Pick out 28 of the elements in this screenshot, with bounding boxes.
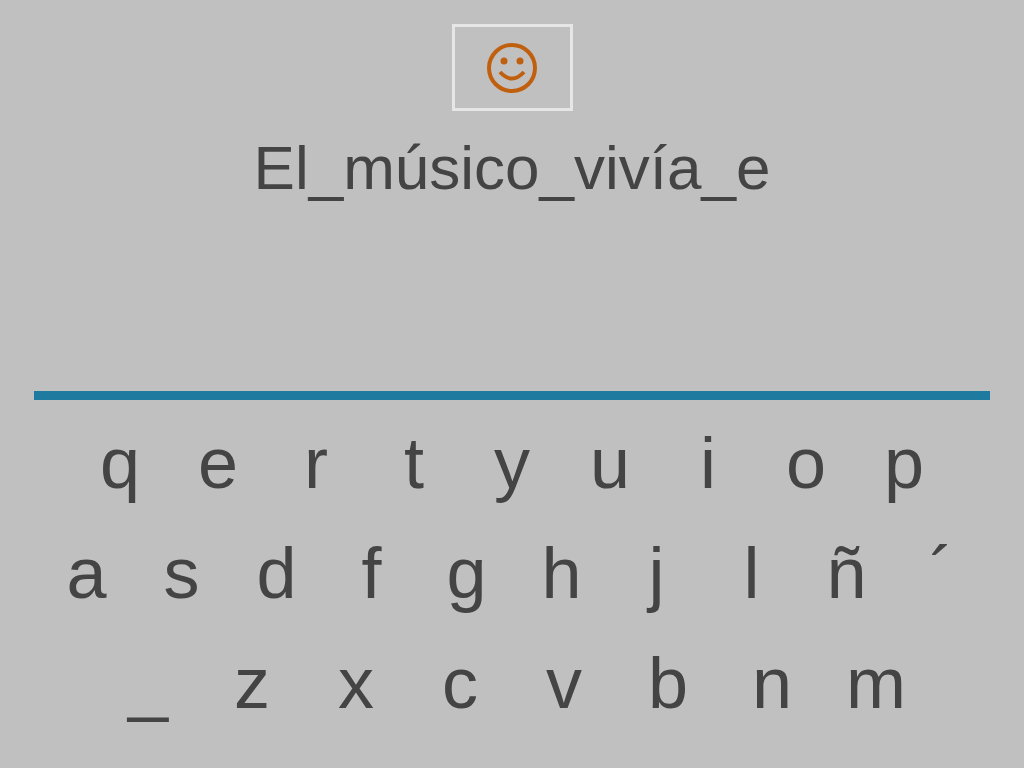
key-button[interactable]: d xyxy=(229,518,324,628)
key-button[interactable]: m xyxy=(824,628,928,738)
key-button[interactable]: g xyxy=(419,518,514,628)
key-button[interactable]: p xyxy=(855,408,953,518)
key-button[interactable]: c xyxy=(408,628,512,738)
key-button[interactable]: j xyxy=(609,518,704,628)
key-button[interactable]: v xyxy=(512,628,616,738)
key-button[interactable]: i xyxy=(659,408,757,518)
key-button[interactable]: a xyxy=(39,518,134,628)
key-button[interactable]: n xyxy=(720,628,824,738)
key-button[interactable]: y xyxy=(463,408,561,518)
key-button[interactable]: e xyxy=(169,408,267,518)
key-button[interactable]: h xyxy=(514,518,609,628)
key-button[interactable]: b xyxy=(616,628,720,738)
key-button[interactable]: s xyxy=(134,518,229,628)
key-button[interactable]: r xyxy=(267,408,365,518)
key-button[interactable]: ñ xyxy=(799,518,894,628)
key-button[interactable]: f xyxy=(324,518,419,628)
key-button[interactable]: u xyxy=(561,408,659,518)
key-button[interactable]: o xyxy=(757,408,855,518)
key-button[interactable]: q xyxy=(71,408,169,518)
sentence-text: El_músico_vivía_e xyxy=(253,137,771,199)
key-button[interactable]: _ xyxy=(96,628,200,738)
key-button[interactable]: t xyxy=(365,408,463,518)
key-button[interactable]: ´ xyxy=(894,518,989,628)
key-button[interactable]: z xyxy=(200,628,304,738)
key-button[interactable]: x xyxy=(304,628,408,738)
key-button[interactable]: l xyxy=(704,518,799,628)
